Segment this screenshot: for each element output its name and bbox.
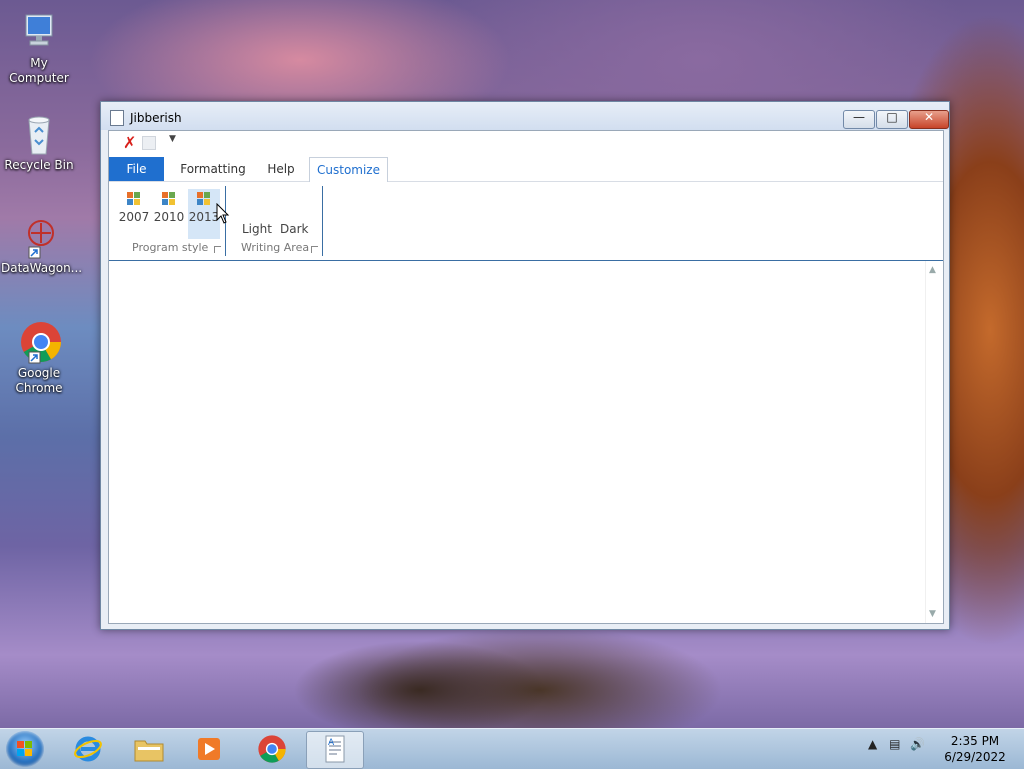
desktop-icon-my-computer[interactable]: My Computer [1, 10, 77, 86]
taskbar-file-explorer[interactable] [121, 731, 177, 767]
desktop: My Computer Recycle Bin DataWagon... Goo… [0, 0, 1024, 728]
scroll-up-icon[interactable]: ▲ [929, 265, 936, 275]
taskbar-internet-explorer[interactable] [60, 731, 116, 767]
group-label-program-style: Program style [132, 241, 209, 254]
chrome-icon [17, 320, 61, 364]
dialog-launcher-icon[interactable] [311, 246, 318, 253]
taskbar-google-chrome[interactable] [244, 731, 300, 767]
desktop-icon-google-chrome[interactable]: Google Chrome [1, 320, 77, 396]
computer-icon [17, 10, 61, 54]
button-label: 2007 [118, 210, 150, 224]
office-style-icon [197, 192, 211, 206]
tab-customize[interactable]: Customize [309, 157, 388, 183]
customize-toolbar-dropdown-icon[interactable]: ▼ [169, 134, 176, 144]
button-label: 2010 [153, 210, 185, 224]
media-player-icon [198, 738, 220, 760]
blank-document-icon[interactable] [142, 136, 156, 150]
light-button[interactable]: Light [242, 222, 272, 236]
desktop-icon-label: Google Chrome [15, 366, 63, 395]
clock-time: 2:35 PM [950, 734, 1000, 748]
jibberish-app-icon: A [325, 735, 345, 763]
show-hidden-icons-icon[interactable]: ▲ [868, 737, 877, 751]
start-button[interactable] [6, 731, 44, 767]
tab-file[interactable]: File [109, 157, 164, 181]
vertical-scrollbar[interactable]: ▲ ▼ [925, 261, 943, 623]
maximize-button[interactable]: □ [876, 110, 908, 129]
close-icon: ✕ [923, 110, 935, 124]
desktop-icon-datawagon[interactable]: DataWagon... [1, 215, 83, 276]
scroll-down-icon[interactable]: ▼ [929, 609, 936, 619]
title-bar[interactable]: Jibberish — □ ✕ [101, 102, 949, 130]
tab-formatting[interactable]: Formatting [177, 157, 249, 181]
group-separator [322, 186, 323, 256]
desktop-icon-label: DataWagon... [1, 261, 83, 275]
system-tray: ▲ ▤ 🔊 [868, 737, 925, 751]
tab-help[interactable]: Help [261, 157, 301, 181]
dialog-launcher-icon[interactable] [214, 246, 221, 253]
svg-text:A: A [328, 738, 335, 748]
taskbar-media-player[interactable] [181, 731, 237, 767]
mouse-cursor-icon [216, 203, 230, 224]
clock-date: 6/29/2022 [944, 750, 1006, 764]
minimize-icon: — [853, 110, 865, 124]
chrome-icon [258, 735, 286, 763]
taskbar: A ▲ ▤ 🔊 2:35 PM 6/29/2022 [0, 728, 1024, 769]
group-label-writing-area: Writing Area [241, 241, 310, 254]
office-style-icon [162, 192, 176, 206]
network-icon[interactable]: ▤ [889, 737, 900, 751]
jibberish-window: Jibberish — □ ✕ ✗ ▼ File Formatting Help… [100, 101, 950, 630]
taskbar-clock[interactable]: 2:35 PM 6/29/2022 [940, 733, 1010, 765]
desktop-icon-label: Recycle Bin [4, 158, 74, 172]
close-button[interactable]: ✕ [909, 110, 949, 129]
minimize-button[interactable]: — [843, 110, 875, 129]
ribbon-panel: 2007 2010 2013 Program style Light Dark … [109, 182, 943, 261]
recycle-bin-icon [17, 112, 61, 156]
taskbar-jibberish[interactable]: A [306, 731, 364, 769]
office-style-icon [127, 192, 141, 206]
style-2007-button[interactable]: 2007 [118, 189, 150, 239]
desktop-icon-label: My Computer [9, 56, 69, 85]
folder-icon [134, 740, 164, 762]
exit-icon[interactable]: ✗ [123, 133, 136, 152]
windows-logo-icon [17, 741, 33, 757]
volume-icon[interactable]: 🔊 [910, 737, 925, 751]
dark-button[interactable]: Dark [280, 222, 308, 236]
ribbon-tabs: File Formatting Help Customize [109, 157, 943, 183]
maximize-icon: □ [886, 110, 898, 124]
internet-explorer-icon [74, 736, 102, 762]
datawagon-icon [17, 215, 61, 259]
app-client-area: ✗ ▼ File Formatting Help Customize 2007 [108, 130, 944, 624]
writing-area[interactable]: ▲ ▼ [109, 261, 943, 623]
desktop-icon-recycle-bin[interactable]: Recycle Bin [1, 112, 77, 173]
window-title: Jibberish [130, 111, 182, 125]
app-icon [110, 110, 124, 126]
style-2010-button[interactable]: 2010 [153, 189, 185, 239]
quick-access-toolbar: ✗ ▼ [109, 131, 943, 153]
